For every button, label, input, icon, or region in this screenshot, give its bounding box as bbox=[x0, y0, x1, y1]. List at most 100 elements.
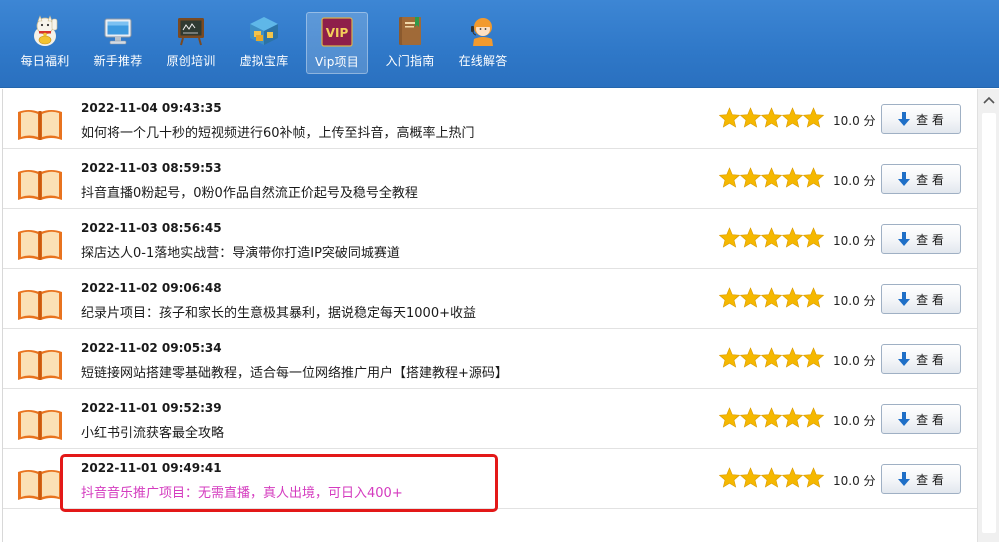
star-rating bbox=[719, 287, 825, 308]
star-icon bbox=[802, 227, 825, 248]
item-list: 2022-11-04 09:43:35 如何将一个几十秒的短视频进行60补帧，上… bbox=[2, 89, 977, 542]
view-button[interactable]: 查 看 bbox=[881, 464, 961, 494]
item-date: 2022-11-01 09:52:39 bbox=[81, 401, 222, 415]
star-rating bbox=[719, 407, 825, 428]
star-icon bbox=[760, 227, 783, 248]
star-icon bbox=[739, 347, 762, 368]
item-score: 10.0 分 bbox=[833, 474, 876, 488]
star-icon bbox=[781, 407, 804, 428]
item-date: 2022-11-01 09:49:41 bbox=[81, 461, 222, 475]
vertical-scrollbar[interactable] bbox=[977, 89, 999, 542]
item-title[interactable]: 抖音直播0粉起号，0粉0作品自然流正价起号及稳号全教程 bbox=[81, 182, 418, 201]
list-item: 2022-11-04 09:43:35 如何将一个几十秒的短视频进行60补帧，上… bbox=[3, 89, 977, 149]
star-icon bbox=[760, 107, 783, 128]
star-icon bbox=[781, 167, 804, 188]
item-score: 10.0 分 bbox=[833, 414, 876, 428]
star-icon bbox=[760, 167, 783, 188]
view-button-label: 查 看 bbox=[916, 232, 944, 247]
star-icon bbox=[760, 347, 783, 368]
item-score: 10.0 分 bbox=[833, 114, 876, 128]
guide-book-icon bbox=[399, 17, 421, 45]
view-button[interactable]: 查 看 bbox=[881, 284, 961, 314]
tool-label: 虚拟宝库 bbox=[239, 54, 289, 68]
star-icon bbox=[739, 107, 762, 128]
tool-getting-started[interactable]: 入门指南 bbox=[379, 12, 441, 74]
star-rating bbox=[719, 167, 825, 188]
star-icon bbox=[739, 407, 762, 428]
star-icon bbox=[760, 287, 783, 308]
item-date: 2022-11-03 08:56:45 bbox=[81, 221, 222, 235]
open-book-icon bbox=[18, 350, 62, 380]
star-icon bbox=[802, 347, 825, 368]
item-title[interactable]: 短链接网站搭建零基础教程，适合每一位网络推广用户【搭建教程+源码】 bbox=[81, 362, 508, 381]
view-button-label: 查 看 bbox=[916, 472, 944, 487]
tool-label: Vip项目 bbox=[315, 55, 359, 69]
list-item: 2022-11-01 09:52:39 小红书引流获客最全攻略 10.0 分 查… bbox=[3, 389, 977, 449]
view-button-label: 查 看 bbox=[916, 352, 944, 367]
star-icon bbox=[719, 467, 741, 488]
tool-label: 在线解答 bbox=[458, 54, 508, 68]
scroll-thumb[interactable] bbox=[982, 113, 996, 533]
open-book-icon bbox=[18, 170, 62, 200]
star-rating bbox=[719, 467, 825, 488]
item-title[interactable]: 如何将一个几十秒的短视频进行60补帧，上传至抖音，高概率上热门 bbox=[81, 122, 475, 141]
star-icon bbox=[760, 407, 783, 428]
star-icon bbox=[719, 407, 741, 428]
tool-label: 原创培训 bbox=[166, 54, 216, 68]
view-button[interactable]: 查 看 bbox=[881, 404, 961, 434]
view-button[interactable]: 查 看 bbox=[881, 344, 961, 374]
top-toolbar: 每日福利 新手推荐 原创培训 虚拟宝库 VIP Vip项目 入门指南 在线解答 bbox=[0, 0, 999, 88]
star-icon bbox=[739, 467, 762, 488]
download-arrow-icon bbox=[898, 412, 911, 426]
star-icon bbox=[719, 167, 741, 188]
star-icon bbox=[781, 467, 804, 488]
view-button-label: 查 看 bbox=[916, 172, 944, 187]
tool-online-answers[interactable]: 在线解答 bbox=[452, 12, 514, 74]
star-icon bbox=[739, 287, 762, 308]
tool-virtual-treasury[interactable]: 虚拟宝库 bbox=[233, 12, 295, 74]
open-book-icon bbox=[18, 230, 62, 260]
star-icon bbox=[802, 287, 825, 308]
star-icon bbox=[781, 347, 804, 368]
open-book-icon bbox=[18, 470, 62, 500]
star-icon bbox=[760, 467, 783, 488]
view-button-label: 查 看 bbox=[916, 412, 944, 427]
star-icon bbox=[719, 287, 741, 308]
blackboard-icon bbox=[178, 18, 204, 46]
star-icon bbox=[719, 107, 741, 128]
item-title[interactable]: 探店达人0-1落地实战营：导演带你打造IP突破同城赛道 bbox=[81, 242, 400, 261]
download-arrow-icon bbox=[898, 112, 911, 126]
scroll-up-button[interactable] bbox=[978, 89, 999, 111]
tool-label: 入门指南 bbox=[385, 54, 435, 68]
item-score: 10.0 分 bbox=[833, 174, 876, 188]
star-icon bbox=[781, 107, 804, 128]
tool-daily-welfare[interactable]: 每日福利 bbox=[14, 12, 76, 74]
view-button[interactable]: 查 看 bbox=[881, 104, 961, 134]
list-item: 2022-11-03 08:59:53 抖音直播0粉起号，0粉0作品自然流正价起… bbox=[3, 149, 977, 209]
star-icon bbox=[802, 467, 825, 488]
tool-beginner-recommend[interactable]: 新手推荐 bbox=[87, 12, 149, 74]
item-date: 2022-11-02 09:05:34 bbox=[81, 341, 222, 355]
list-item: 2022-11-01 09:49:41 抖音音乐推广项目：无需直播，真人出境，可… bbox=[3, 449, 977, 509]
item-title[interactable]: 抖音音乐推广项目：无需直播，真人出境，可日入400+ bbox=[81, 482, 403, 501]
view-button[interactable]: 查 看 bbox=[881, 164, 961, 194]
open-book-icon bbox=[18, 410, 62, 440]
tool-label: 每日福利 bbox=[20, 54, 70, 68]
item-title[interactable]: 小红书引流获客最全攻略 bbox=[81, 422, 224, 441]
item-title[interactable]: 纪录片项目：孩子和家长的生意极其暴利，据说稳定每天1000+收益 bbox=[81, 302, 476, 321]
open-book-icon bbox=[18, 290, 62, 320]
view-button-label: 查 看 bbox=[916, 112, 944, 127]
open-book-icon bbox=[18, 110, 62, 140]
tool-original-training[interactable]: 原创培训 bbox=[160, 12, 222, 74]
download-arrow-icon bbox=[898, 172, 911, 186]
star-icon bbox=[781, 227, 804, 248]
view-button[interactable]: 查 看 bbox=[881, 224, 961, 254]
item-score: 10.0 分 bbox=[833, 234, 876, 248]
tool-vip-projects[interactable]: VIP Vip项目 bbox=[306, 12, 368, 74]
svg-text:VIP: VIP bbox=[326, 26, 349, 40]
view-button-label: 查 看 bbox=[916, 292, 944, 307]
star-icon bbox=[802, 167, 825, 188]
star-rating bbox=[719, 107, 825, 128]
monitor-icon bbox=[104, 18, 132, 45]
download-arrow-icon bbox=[898, 352, 911, 366]
